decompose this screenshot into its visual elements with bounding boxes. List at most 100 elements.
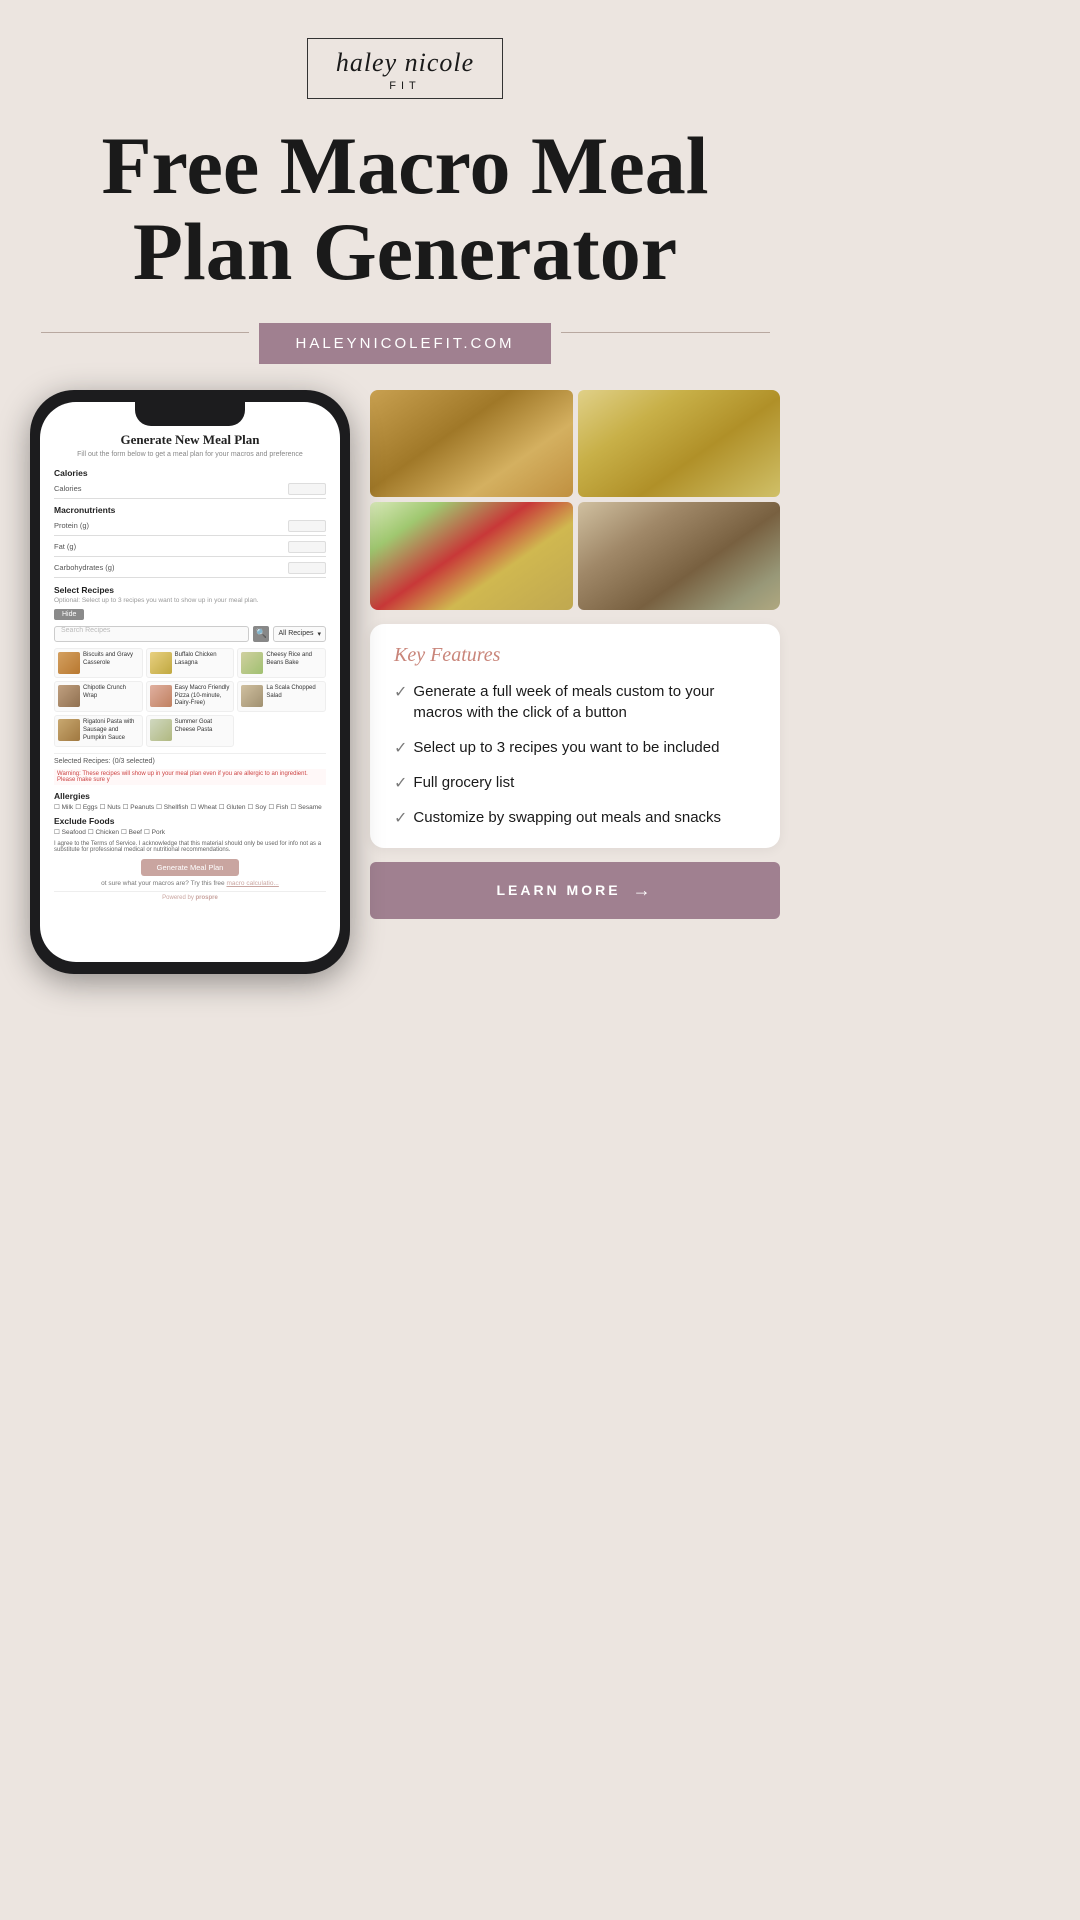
allergy-sesame[interactable]: ☐ Sesame bbox=[290, 803, 321, 811]
recipe-item-2[interactable]: Buffalo Chicken Lasagna bbox=[146, 648, 235, 678]
macros-section: Macronutrients bbox=[54, 505, 326, 515]
protein-label: Protein (g) bbox=[54, 521, 288, 530]
allergies-section: Allergies ☐ Milk ☐ Eggs ☐ Nuts ☐ Peanuts… bbox=[54, 791, 326, 811]
recipe-thumb-8 bbox=[150, 719, 172, 741]
calories-input-label: Calories bbox=[54, 484, 288, 493]
food-photo-salad bbox=[370, 502, 573, 610]
recipe-thumb-1 bbox=[58, 652, 80, 674]
recipe-item-5[interactable]: Easy Macro Friendly Pizza (10-minute, Da… bbox=[146, 681, 235, 712]
check-icon-1: ✓ bbox=[394, 682, 407, 702]
arrow-icon: → bbox=[633, 880, 654, 901]
allergies-label: Allergies bbox=[54, 791, 326, 801]
learn-more-label: LEARN MORE bbox=[496, 882, 620, 898]
features-title: Key Features bbox=[394, 644, 760, 667]
search-placeholder: Search Recipes bbox=[59, 625, 112, 636]
logo-script: haley nicole bbox=[336, 49, 474, 78]
logo-section: haley nicole FIT bbox=[307, 38, 503, 99]
optional-text: Optional: Select up to 3 recipes you wan… bbox=[54, 597, 326, 604]
logo-fit: FIT bbox=[389, 80, 421, 92]
allergy-eggs[interactable]: ☐ Eggs bbox=[75, 803, 97, 811]
hero-title-block: Free Macro Meal Plan Generator bbox=[0, 123, 810, 295]
features-card: Key Features ✓ Generate a full week of m… bbox=[370, 624, 780, 848]
recipe-thumb-6 bbox=[241, 685, 263, 707]
powered-text: Powered by bbox=[162, 895, 194, 901]
generate-button[interactable]: Generate Meal Plan bbox=[141, 859, 240, 876]
recipe-grid: Biscuits and Gravy Casserole Buffalo Chi… bbox=[54, 648, 326, 747]
macro-link[interactable]: macro calculatio... bbox=[226, 880, 278, 887]
macro-text: ot sure what your macros are? Try this f… bbox=[54, 880, 326, 887]
check-icon-2: ✓ bbox=[394, 738, 407, 758]
search-row: Search Recipes 🔍 All Recipes ▾ bbox=[54, 626, 326, 642]
calories-section: Calories bbox=[54, 468, 326, 478]
allergy-nuts[interactable]: ☐ Nuts bbox=[100, 803, 121, 811]
dropdown-label: All Recipes bbox=[278, 630, 313, 637]
food-photo-meatballs bbox=[578, 502, 781, 610]
terms-text: I agree to the Terms of Service. I ackno… bbox=[54, 841, 326, 853]
recipe-item-4[interactable]: Chipotle Crunch Wrap bbox=[54, 681, 143, 712]
fat-input-row: Fat (g) bbox=[54, 538, 326, 557]
phone-outer: Generate New Meal Plan Fill out the form… bbox=[30, 390, 350, 974]
fat-label: Fat (g) bbox=[54, 542, 288, 551]
exclude-checkboxes: ☐ Seafood ☐ Chicken ☐ Beef ☐ Pork bbox=[54, 828, 326, 836]
food-photo-casserole bbox=[578, 390, 781, 498]
allergy-soy[interactable]: ☐ Soy bbox=[248, 803, 267, 811]
exclude-beef[interactable]: ☐ Beef bbox=[121, 828, 142, 836]
powered-brand: prospre bbox=[196, 895, 218, 901]
recipe-item-3[interactable]: Cheesy Rice and Beans Bake bbox=[237, 648, 326, 678]
search-input[interactable]: Search Recipes bbox=[54, 626, 249, 642]
recipes-dropdown[interactable]: All Recipes ▾ bbox=[273, 626, 326, 642]
feature-text-4: Customize by swapping out meals and snac… bbox=[413, 807, 721, 828]
feature-text-2: Select up to 3 recipes you want to be in… bbox=[413, 737, 719, 758]
hide-button[interactable]: Hide bbox=[54, 609, 84, 620]
check-icon-4: ✓ bbox=[394, 808, 407, 828]
exclude-chicken[interactable]: ☐ Chicken bbox=[88, 828, 119, 836]
learn-more-button[interactable]: LEARN MORE → bbox=[370, 862, 780, 919]
logo-box: haley nicole FIT bbox=[307, 38, 503, 99]
phone-screen-title: Generate New Meal Plan bbox=[54, 432, 326, 448]
carbs-input-box[interactable] bbox=[288, 562, 326, 574]
feature-item-2: ✓ Select up to 3 recipes you want to be … bbox=[394, 737, 760, 758]
recipe-thumb-4 bbox=[58, 685, 80, 707]
select-recipes-label: Select Recipes bbox=[54, 585, 326, 595]
chevron-down-icon: ▾ bbox=[317, 630, 321, 638]
recipe-name-1: Biscuits and Gravy Casserole bbox=[83, 652, 139, 668]
divider-line-right bbox=[561, 332, 770, 333]
divider-line-left bbox=[41, 332, 250, 333]
allergy-shellfish[interactable]: ☐ Shellfish bbox=[156, 803, 188, 811]
calories-input-box[interactable] bbox=[288, 483, 326, 495]
phone-screen-content: Generate New Meal Plan Fill out the form… bbox=[40, 402, 340, 918]
phone-mockup: Generate New Meal Plan Fill out the form… bbox=[30, 390, 350, 974]
allergy-milk[interactable]: ☐ Milk bbox=[54, 803, 73, 811]
recipe-name-6: La Scala Chopped Salad bbox=[266, 685, 322, 701]
url-badge[interactable]: HALEYNICOLEFIT.COM bbox=[259, 323, 550, 364]
allergy-wheat[interactable]: ☐ Wheat bbox=[190, 803, 216, 811]
feature-item-3: ✓ Full grocery list bbox=[394, 772, 760, 793]
recipe-name-3: Cheesy Rice and Beans Bake bbox=[266, 652, 322, 668]
allergy-fish[interactable]: ☐ Fish bbox=[268, 803, 288, 811]
divider-row-top: HALEYNICOLEFIT.COM bbox=[41, 301, 770, 364]
recipe-name-8: Summer Goat Cheese Pasta bbox=[175, 719, 231, 735]
fat-input-box[interactable] bbox=[288, 541, 326, 553]
check-icon-3: ✓ bbox=[394, 773, 407, 793]
recipe-item-7[interactable]: Rigatoni Pasta with Sausage and Pumpkin … bbox=[54, 715, 143, 746]
feature-item-1: ✓ Generate a full week of meals custom t… bbox=[394, 681, 760, 723]
recipe-item-6[interactable]: La Scala Chopped Salad bbox=[237, 681, 326, 712]
macro-text-label: ot sure what your macros are? Try this f… bbox=[101, 880, 225, 887]
food-photo-chickpeas bbox=[370, 390, 573, 498]
phone-notch bbox=[135, 402, 245, 426]
recipe-item-8[interactable]: Summer Goat Cheese Pasta bbox=[146, 715, 235, 746]
recipe-name-5: Easy Macro Friendly Pizza (10-minute, Da… bbox=[175, 685, 231, 708]
protein-input-row: Protein (g) bbox=[54, 517, 326, 536]
exclude-foods-label: Exclude Foods bbox=[54, 816, 326, 826]
search-icon[interactable]: 🔍 bbox=[253, 626, 269, 642]
allergy-peanuts[interactable]: ☐ Peanuts bbox=[123, 803, 154, 811]
recipe-thumb-3 bbox=[241, 652, 263, 674]
carbs-input-row: Carbohydrates (g) bbox=[54, 559, 326, 578]
recipe-item-1[interactable]: Biscuits and Gravy Casserole bbox=[54, 648, 143, 678]
warning-text: Warning: These recipes will show up in y… bbox=[54, 769, 326, 785]
exclude-pork[interactable]: ☐ Pork bbox=[144, 828, 165, 836]
recipe-thumb-5 bbox=[150, 685, 172, 707]
protein-input-box[interactable] bbox=[288, 520, 326, 532]
exclude-seafood[interactable]: ☐ Seafood bbox=[54, 828, 86, 836]
allergy-gluten[interactable]: ☐ Gluten bbox=[219, 803, 246, 811]
